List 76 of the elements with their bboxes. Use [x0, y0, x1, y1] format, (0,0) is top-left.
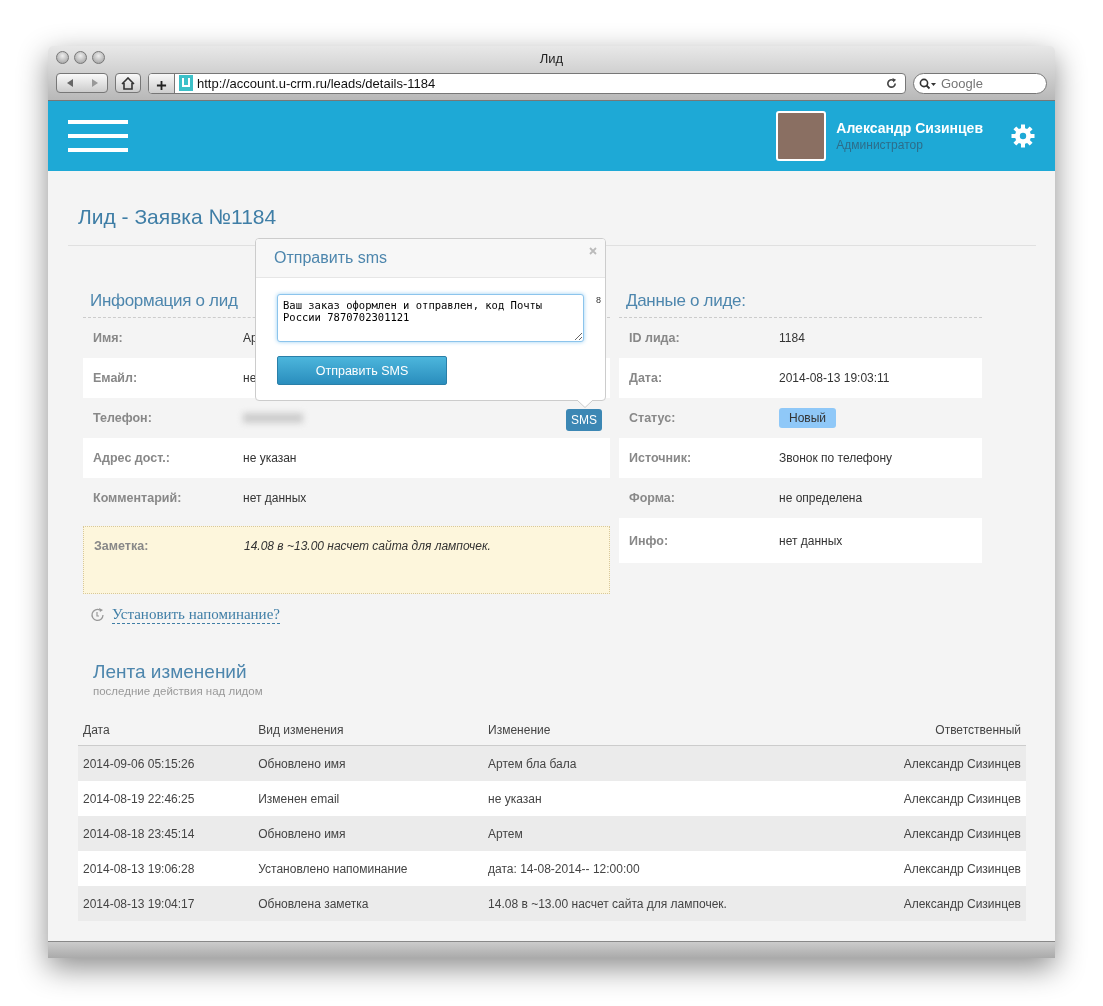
field-value: Звонок по телефону — [779, 451, 893, 465]
close-icon[interactable] — [589, 247, 597, 255]
status-badge: Новый — [779, 408, 837, 428]
field-label: Форма: — [629, 491, 676, 505]
table-cell: Изменен email — [253, 781, 484, 816]
table-cell: Александр Сизинцев — [842, 886, 1026, 921]
popup-title: Отправить sms — [274, 249, 388, 267]
field-label: Инфо: — [629, 533, 670, 548]
user-name: Александр Сизинцев — [836, 120, 983, 136]
table-cell: 2014-08-18 23:45:14 — [78, 816, 254, 851]
field-label: Имя: — [93, 331, 124, 345]
field-value: 2014-08-13 19:03:11 — [779, 371, 890, 385]
field-value: не определена — [779, 491, 863, 505]
section-heading: Данные о лиде: — [619, 291, 982, 318]
user-role: Администратор — [836, 138, 924, 152]
field-label: Емайл: — [93, 371, 139, 385]
table-cell: Обновлено имя — [253, 745, 484, 781]
field-label: Статус: — [629, 411, 677, 425]
table-cell: Установлено напоминание — [253, 851, 484, 886]
url-text: http://account.u-crm.ru/leads/details-1184 — [197, 75, 437, 91]
field-label: Дата: — [629, 371, 664, 385]
favicon-icon — [179, 75, 193, 91]
note-text: 14.08 в ~13.00 насчет сайта для лампочек. — [244, 539, 491, 553]
avatar-photo-placeholder — [776, 111, 827, 161]
table-cell: 2014-08-13 19:04:17 — [78, 886, 254, 921]
minimize-icon[interactable] — [74, 51, 87, 64]
table-cell: не указан — [483, 781, 843, 816]
field-label: Телефон: — [93, 411, 153, 425]
back-forward-buttons[interactable] — [56, 73, 108, 93]
field-label: Источник: — [629, 451, 693, 465]
column-header: Изменение — [483, 723, 843, 746]
field-value: не указан — [243, 451, 297, 465]
character-counter: 8 — [596, 295, 601, 305]
home-icon — [121, 76, 135, 90]
table-cell: 2014-08-13 19:06:28 — [78, 851, 254, 886]
page-title: Лид - Заявка №1184 — [78, 205, 278, 230]
table-cell: 14.08 в ~13.00 насчет сайта для лампочек. — [483, 886, 843, 921]
table-cell: Артем — [483, 816, 843, 851]
table-cell: Александр Сизинцев — [842, 816, 1026, 851]
column-header: Вид изменения — [253, 723, 484, 746]
section-subtitle: последние действия над лидом — [93, 685, 264, 697]
table-cell: Обновлено имя — [253, 816, 484, 851]
table-cell: дата: 14-08-2014-- 12:00:00 — [483, 851, 843, 886]
home-button[interactable] — [115, 73, 141, 93]
set-reminder-link[interactable]: Установить напоминание? — [112, 606, 280, 624]
field-label: Адрес дост.: — [93, 451, 171, 465]
table-cell: Артем бла бала — [483, 745, 843, 781]
column-header: Ответственный — [842, 723, 1026, 746]
reminder-icon — [90, 607, 106, 623]
field-label: Заметка: — [94, 539, 150, 553]
section-heading: Лента изменений — [93, 661, 248, 683]
table-cell: Александр Сизинцев — [842, 745, 1026, 781]
blurred-value — [243, 413, 303, 423]
table-cell: Александр Сизинцев — [842, 851, 1026, 886]
zoom-icon[interactable] — [92, 51, 105, 64]
window-title: Лид — [539, 50, 564, 66]
table-cell: 2014-09-06 05:15:26 — [78, 745, 254, 781]
field-value: нет данных — [779, 533, 843, 548]
sms-button[interactable]: SMS — [566, 409, 602, 431]
field-label: Комментарий: — [93, 491, 183, 505]
table-cell: Александр Сизинцев — [842, 781, 1026, 816]
message-field[interactable]: Ваш заказ оформлен и отправлен, код Почты России 7870702301121 — [277, 294, 584, 342]
reload-icon[interactable] — [886, 77, 897, 89]
address-bar[interactable]: http://account.u-crm.ru/leads/details-1184 — [148, 72, 906, 94]
menu-icon[interactable] — [68, 120, 128, 152]
add-icon[interactable] — [149, 73, 175, 93]
column-header: Дата — [78, 723, 254, 746]
settings-icon[interactable] — [1011, 124, 1035, 148]
table-cell: 2014-08-19 22:46:25 — [78, 781, 254, 816]
search-field[interactable]: Google — [913, 72, 1047, 94]
send-sms-button[interactable]: Отправить SMS — [277, 356, 447, 385]
field-value: 1184 — [779, 331, 805, 345]
close-icon[interactable] — [56, 51, 69, 64]
field-label: ID лида: — [629, 331, 681, 345]
field-value: нет данных — [243, 491, 307, 505]
table-cell: Обновлена заметка — [253, 886, 484, 921]
